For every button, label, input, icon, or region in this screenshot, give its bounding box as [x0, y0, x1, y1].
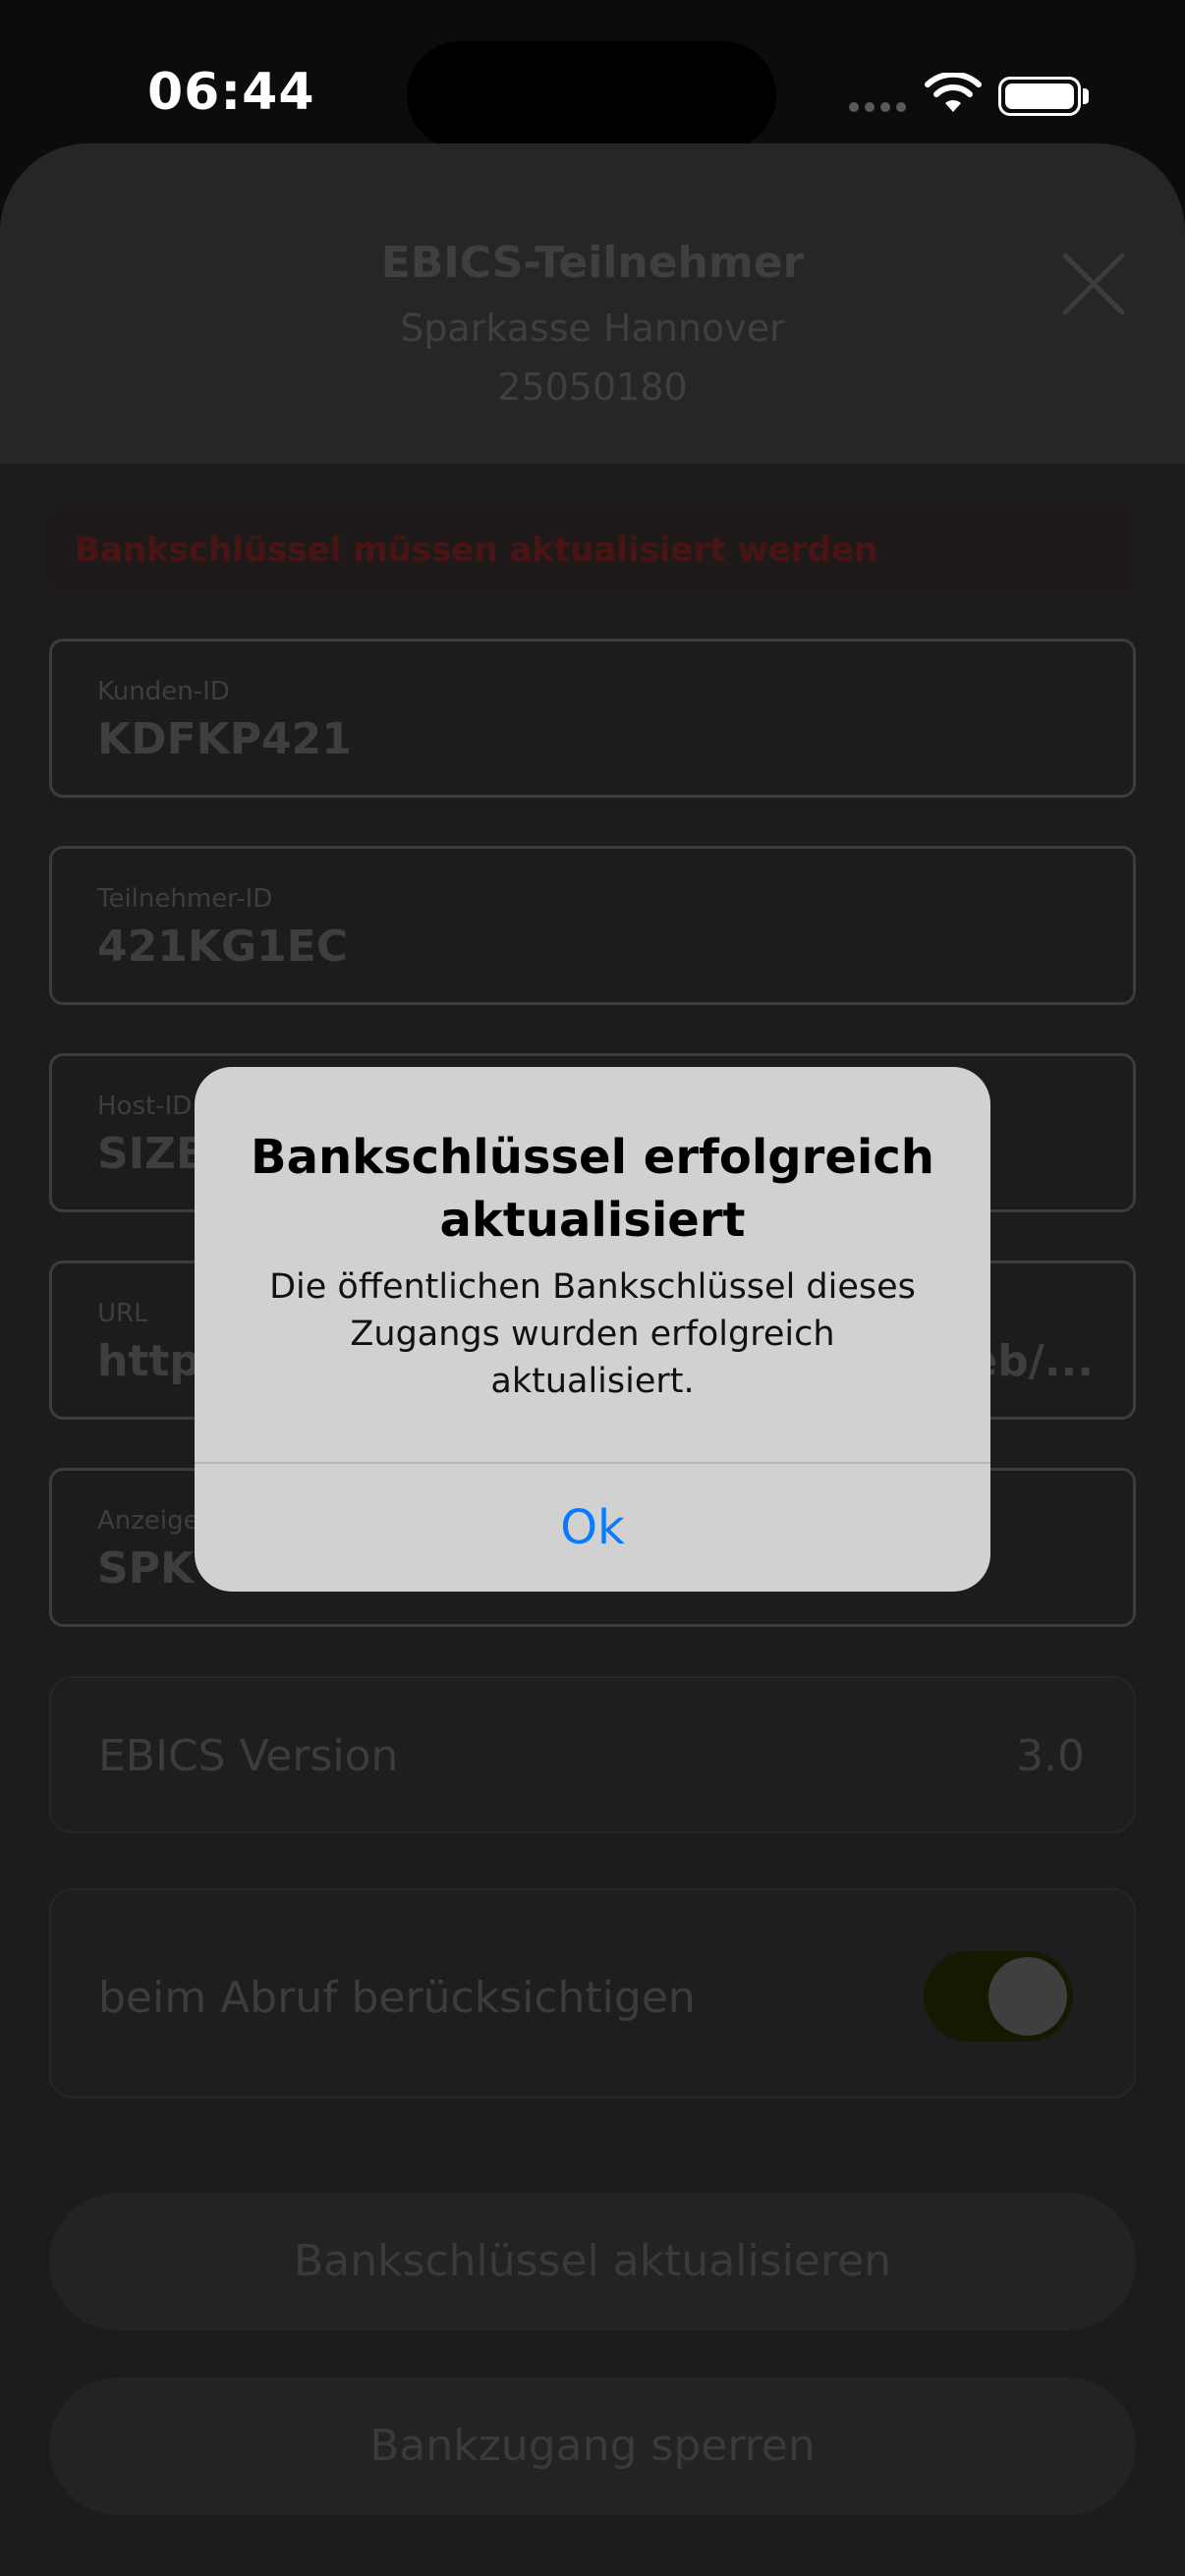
include-on-fetch-label: beim Abruf berücksichtigen: [98, 1973, 696, 2023]
update-bank-keys-button[interactable]: Bankschlüssel aktualisieren: [49, 2193, 1136, 2330]
status-bar: 06:44: [0, 0, 1185, 149]
ebics-version-value: 3.0: [1016, 1731, 1085, 1781]
toggle-knob: [988, 1957, 1067, 2036]
include-on-fetch-toggle[interactable]: [924, 1951, 1073, 2042]
alert-message: Die öffentlichen Bankschlüssel dieses Zu…: [269, 1267, 916, 1401]
wifi-icon: [925, 73, 982, 112]
lock-bank-access-button[interactable]: Bankzugang sperren: [49, 2378, 1136, 2515]
sheet-header: EBICS-Teilnehmer Sparkasse Hannover 2505…: [0, 143, 1185, 464]
field-label: Host-ID: [97, 1092, 193, 1121]
field-label: Anzeige: [97, 1506, 199, 1536]
battery-cap: [1083, 88, 1089, 104]
update-bank-keys-label: Bankschlüssel aktualisieren: [293, 2236, 892, 2286]
alert-ok-button[interactable]: Ok: [195, 1464, 990, 1592]
bank-name: Sparkasse Hannover: [400, 307, 785, 350]
field-value: KDFKP421: [97, 714, 352, 764]
screen: 06:44 EBICS-Teilnehmer Sparkasse Hannove…: [0, 0, 1185, 2576]
field-value: 421KG1EC: [97, 922, 349, 972]
participant-id-field[interactable]: Teilnehmer-ID 421KG1EC: [49, 846, 1136, 1005]
success-alert: Bankschlüssel erfolgreich aktualisiert D…: [195, 1067, 990, 1592]
cellular-signal-icon: [849, 102, 906, 112]
lock-bank-access-label: Bankzugang sperren: [369, 2421, 816, 2471]
ebics-version-label: EBICS Version: [98, 1731, 399, 1781]
keys-warning-banner: Bankschlüssel müssen aktualisiert werden: [47, 505, 1136, 595]
bank-code: 25050180: [497, 365, 688, 409]
sheet-title: EBICS-Teilnehmer: [380, 238, 805, 288]
customer-id-field[interactable]: Kunden-ID KDFKP421: [49, 639, 1136, 798]
field-value: SIZB: [97, 1129, 209, 1179]
alert-title: Bankschlüssel erfolgreich aktualisiert: [251, 1130, 934, 1248]
field-label: Kunden-ID: [97, 677, 230, 706]
field-label: Teilnehmer-ID: [97, 884, 273, 914]
include-on-fetch-row: beim Abruf berücksichtigen: [49, 1888, 1136, 2099]
status-time: 06:44: [147, 63, 315, 122]
dynamic-island: [407, 41, 776, 149]
keys-warning-text: Bankschlüssel müssen aktualisiert werden: [75, 531, 878, 570]
field-label: URL: [97, 1299, 148, 1328]
battery-icon: [998, 77, 1081, 116]
ebics-version-row[interactable]: EBICS Version 3.0: [49, 1676, 1136, 1833]
close-icon[interactable]: [1059, 250, 1128, 318]
